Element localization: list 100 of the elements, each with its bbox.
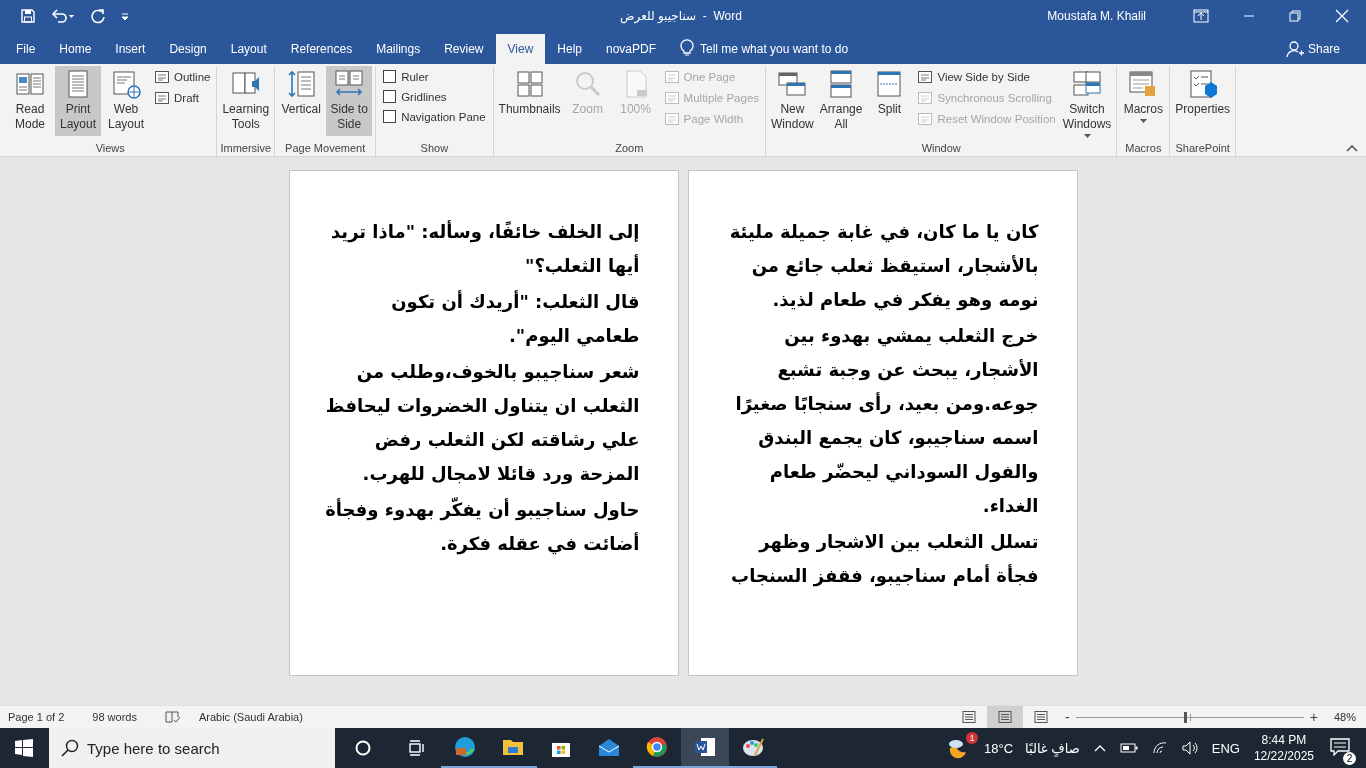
restore-icon[interactable] <box>1289 10 1301 22</box>
reset-window-icon <box>917 112 934 126</box>
weather-condition[interactable]: صافٍ غالبًا <box>1025 740 1080 756</box>
group-label: Page Movement <box>284 142 367 156</box>
notification-badge: 2 <box>1343 751 1356 765</box>
ribbon-tab[interactable]: Review <box>432 34 496 64</box>
paragraph: قال الثعلب: "أريدك أن تكون طعامي اليوم". <box>390 289 640 349</box>
ribbon-button[interactable]: Vertical <box>278 66 325 136</box>
ribbon-button[interactable]: Side to Side <box>326 66 373 136</box>
language-indicator[interactable]: Arabic (Saudi Arabia) <box>198 711 303 723</box>
group-label: Views <box>94 142 126 156</box>
ribbon-button[interactable]: View Side by Side <box>914 68 1059 86</box>
task-view-icon[interactable] <box>407 740 425 756</box>
undo-icon[interactable] <box>50 8 76 24</box>
paragraph: خرج الثعلب يمشي بهدوء بين الأشجار، يبحث عن وجبة تشبع جوعه.ومن بعيد، رأى سنجابًا صغيرًا اسمه سناجيبو، كان يجمع البندق والفول السوداني ليحضّر طعام الغداء. <box>734 324 1039 518</box>
ribbon-tab[interactable]: Design <box>157 34 219 64</box>
group-label: Immersive <box>220 142 272 156</box>
ribbon-button[interactable]: New Window <box>769 66 816 136</box>
proofing-book-icon[interactable] <box>164 710 181 724</box>
zoom-out-button[interactable]: - <box>1059 709 1076 725</box>
ribbon-button[interactable]: Macros <box>1120 66 1167 136</box>
input-language[interactable]: ENG <box>1211 740 1240 756</box>
customize-caret-icon[interactable] <box>120 10 130 22</box>
search-icon <box>61 739 79 757</box>
ribbon-button[interactable]: Learning Tools <box>220 66 272 136</box>
windows-start-icon[interactable] <box>15 739 33 757</box>
zoom-slider-thumb[interactable] <box>1184 711 1188 723</box>
lightbulb-icon <box>680 39 695 57</box>
pages-icon <box>663 91 680 105</box>
browser-icon <box>453 735 477 759</box>
ribbon-button[interactable]: Read Mode <box>7 66 53 136</box>
window-title: سناجيبو للعرض - Word <box>620 9 742 23</box>
draft-icon <box>154 91 170 105</box>
ribbon-tab[interactable]: Layout <box>218 34 279 64</box>
checkbox[interactable]: Gridlines <box>379 88 490 105</box>
ribbon-button[interactable]: Arrange All <box>817 66 865 136</box>
battery-icon[interactable] <box>1119 743 1138 753</box>
sync-scroll-icon <box>917 91 934 105</box>
ribbon-tab[interactable]: Insert <box>103 34 158 64</box>
paragraph: إلى الخلف خائفًا، وسأله: "ماذا تريد أيها الثعلب؟" <box>329 219 640 279</box>
ribbon-tab[interactable]: Home <box>47 34 104 64</box>
word-document-icon <box>693 735 717 759</box>
ribbon-tab[interactable]: Mailings <box>364 34 433 64</box>
redo-icon[interactable] <box>90 8 106 24</box>
temperature[interactable]: 18°C <box>984 740 1014 756</box>
ribbon-tab[interactable]: novaPDF <box>594 34 669 64</box>
ribbon-button[interactable]: Outline <box>151 68 214 86</box>
cortana-circle-icon[interactable] <box>355 740 371 756</box>
group-label: SharePoint <box>1174 142 1231 156</box>
close-icon[interactable] <box>1335 9 1349 23</box>
user-name[interactable]: Moustafa M. Khalil <box>1047 9 1146 23</box>
clock-date[interactable]: 12/22/2025 <box>1253 748 1314 764</box>
ribbon-tab[interactable]: File <box>4 34 48 64</box>
ribbon-display-icon[interactable] <box>1193 9 1209 23</box>
checkbox[interactable]: Navigation Pane <box>379 108 490 125</box>
page-icon <box>663 70 680 84</box>
ribbon-tab[interactable]: References <box>278 34 365 64</box>
page-width-icon <box>663 112 680 126</box>
view-button[interactable] <box>987 706 1024 728</box>
group-label: Window <box>920 142 962 156</box>
web-layout-icon <box>1033 710 1050 724</box>
zoom-level[interactable]: 48% <box>1333 711 1356 723</box>
clock-time[interactable]: 8:44 PM <box>1261 732 1307 748</box>
zoom-in-button[interactable]: + <box>1303 709 1324 725</box>
speaker-icon[interactable] <box>1181 741 1200 755</box>
group-label: Macros <box>1124 142 1163 156</box>
group-label: Zoom <box>614 142 645 156</box>
taskbar-app[interactable] <box>681 728 729 768</box>
browser-ball-icon <box>645 735 669 759</box>
ribbon-tab[interactable]: View <box>495 34 546 64</box>
notification-icon[interactable] <box>1330 737 1350 756</box>
web-page-icon <box>110 68 142 100</box>
collapse-ribbon-icon[interactable] <box>1346 144 1358 152</box>
share-button[interactable]: Share <box>1279 34 1346 64</box>
paragraph: حاول سناجيبو أن يفكّر بهدوء وفجأة أضائت في عقله فكرة. <box>324 496 640 557</box>
ribbon-button[interactable]: Thumbnails <box>496 66 563 136</box>
wifi-icon[interactable] <box>1151 741 1168 755</box>
ribbon-tab[interactable]: Help <box>545 34 594 64</box>
paragraph: تسلل الثعلب بين الاشجار وظهر فجأة أمام سناجيبو، فقفز السنجاب <box>730 530 1039 589</box>
outline-icon <box>154 70 170 84</box>
ribbon-button[interactable]: Switch Windows <box>1060 66 1114 140</box>
ribbon-button[interactable]: Draft <box>151 89 214 107</box>
weather-badge: 1 <box>966 732 978 744</box>
save-icon[interactable] <box>20 8 36 24</box>
vertical-scroll-icon <box>285 68 318 100</box>
checkbox[interactable]: Ruler <box>379 68 490 85</box>
taskbar-search-field[interactable]: Type here to search <box>49 728 335 768</box>
word-count[interactable]: 98 words <box>92 711 137 723</box>
read-mode-icon <box>961 710 978 724</box>
page-count[interactable]: Page 1 of 2 <box>8 711 65 723</box>
side-by-side-icon <box>917 70 934 84</box>
ribbon-button[interactable]: Properties <box>1173 66 1233 136</box>
person-add-icon <box>1285 40 1304 58</box>
group-label: Show <box>419 142 450 156</box>
tell-me-field[interactable]: Tell me what you want to do <box>700 34 901 64</box>
ribbon-button[interactable]: Print Layout <box>55 66 101 136</box>
paragraph: شعر سناجيبو بالخوف،وطلب من الثعلب ان يتناول الخضروات ليحافظ علي رشاقته لكن الثعلب رفض المزحة ورد قائلا لامجال للهرب. <box>324 360 640 487</box>
chevron-up-icon[interactable] <box>1093 744 1106 752</box>
ribbon-button[interactable]: Web Layout <box>103 66 149 136</box>
ribbon-button[interactable]: Split <box>866 66 913 136</box>
